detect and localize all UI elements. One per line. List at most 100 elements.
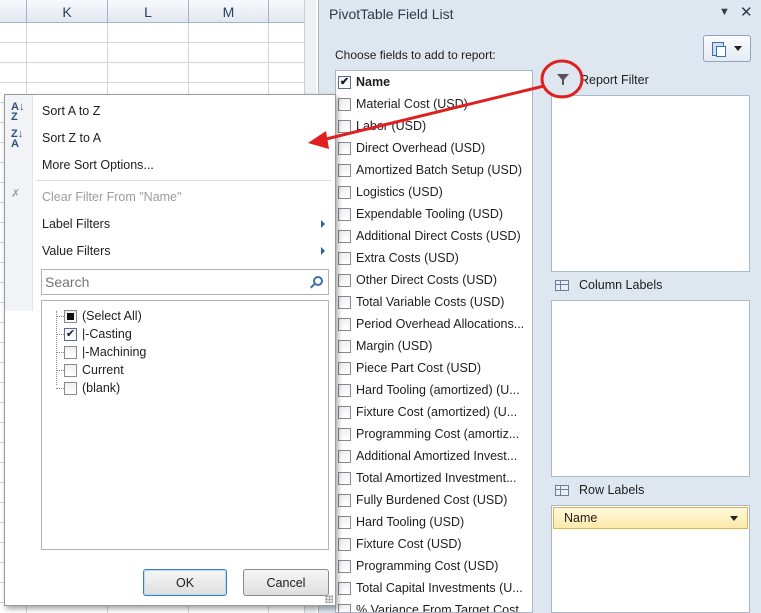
column-labels-label: Column Labels	[555, 278, 662, 292]
column-header-l[interactable]: L	[108, 0, 189, 23]
checkbox[interactable]	[338, 317, 351, 331]
submenu-arrow-icon	[321, 220, 325, 228]
layout-options-button[interactable]	[703, 35, 751, 62]
checkbox[interactable]	[338, 141, 351, 155]
resize-grip[interactable]	[325, 595, 333, 603]
checkbox[interactable]	[338, 559, 351, 573]
column-labels-drop-area[interactable]	[551, 300, 750, 477]
menu-item-label-filters[interactable]: Label Filters	[42, 217, 110, 231]
checkbox[interactable]	[338, 449, 351, 463]
checkbox[interactable]	[338, 471, 351, 485]
field-list-item[interactable]: Material Cost (USD)	[336, 93, 532, 115]
checkbox[interactable]	[338, 537, 351, 551]
field-list-item[interactable]: Margin (USD)	[336, 335, 532, 357]
cancel-button[interactable]: Cancel	[243, 569, 329, 596]
field-list-item[interactable]: Direct Overhead (USD)	[336, 137, 532, 159]
field-list-item[interactable]: Total Capital Investments (U...	[336, 577, 532, 599]
field-list-item[interactable]: Extra Costs (USD)	[336, 247, 532, 269]
checkbox[interactable]	[338, 361, 351, 375]
field-label: Programming Cost (USD)	[356, 559, 499, 573]
row-field-name[interactable]: Name	[553, 507, 748, 529]
field-list-item[interactable]: ✔ Name	[336, 71, 532, 93]
column-labels-text: Column Labels	[579, 278, 663, 292]
field-label: Total Variable Costs (USD)	[356, 295, 505, 309]
search-icon[interactable]	[313, 276, 323, 286]
row-labels-text: Row Labels	[579, 483, 645, 497]
partial-check-mark	[67, 312, 74, 320]
menu-item-more-sort-options[interactable]: More Sort Options...	[42, 158, 154, 172]
column-header-blank[interactable]	[0, 0, 27, 23]
checkbox[interactable]	[338, 185, 351, 199]
checkbox[interactable]	[338, 295, 351, 309]
field-list-item[interactable]: Logistics (USD)	[336, 181, 532, 203]
field-list-item[interactable]: Hard Tooling (USD)	[336, 511, 532, 533]
checkbox[interactable]	[64, 345, 77, 359]
checkbox[interactable]	[338, 383, 351, 397]
field-label: Amortized Batch Setup (USD)	[356, 163, 523, 177]
filter-value-item[interactable]: Current	[64, 361, 124, 379]
report-filter-text: Report Filter	[580, 73, 649, 87]
pane-options-dropdown-icon[interactable]: ▼	[719, 6, 730, 18]
checkbox[interactable]	[338, 251, 351, 265]
checkbox[interactable]	[338, 603, 351, 612]
filter-value-label: |-Casting	[82, 327, 132, 341]
field-list-item[interactable]: Expendable Tooling (USD)	[336, 203, 532, 225]
checkbox[interactable]	[338, 119, 351, 133]
ok-button[interactable]: OK	[143, 569, 227, 596]
filter-value-item[interactable]: (Select All)	[64, 307, 142, 325]
checkbox[interactable]	[338, 405, 351, 419]
search-input[interactable]	[42, 270, 302, 294]
field-layout-icon	[712, 41, 726, 57]
checkbox[interactable]	[338, 581, 351, 595]
filter-value-item[interactable]: ✔ |-Casting	[64, 325, 132, 343]
pivottable-field-list-pane: PivotTable Field List ▼ ✕ Choose fields …	[318, 0, 761, 613]
menu-item-sort-a-to-z[interactable]: Sort A to Z	[42, 104, 100, 118]
field-list-item[interactable]: Fully Burdened Cost (USD)	[336, 489, 532, 511]
checkbox[interactable]	[338, 229, 351, 243]
field-list-item[interactable]: Piece Part Cost (USD)	[336, 357, 532, 379]
field-list-item[interactable]: % Variance From Target Cost	[336, 599, 532, 613]
field-list-item[interactable]: Amortized Batch Setup (USD)	[336, 159, 532, 181]
search-box[interactable]	[41, 269, 329, 295]
column-header-k[interactable]: K	[27, 0, 108, 23]
field-label: Total Amortized Investment...	[356, 471, 517, 485]
field-list-item[interactable]: Additional Direct Costs (USD)	[336, 225, 532, 247]
checkbox[interactable]	[338, 339, 351, 353]
filter-value-item[interactable]: |-Machining	[64, 343, 146, 361]
menu-item-value-filters[interactable]: Value Filters	[42, 244, 111, 258]
column-header-m[interactable]: M	[189, 0, 269, 23]
checkbox[interactable]	[338, 427, 351, 441]
field-label: Extra Costs (USD)	[356, 251, 459, 265]
pane-title: PivotTable Field List	[329, 6, 454, 22]
field-label: Hard Tooling (USD)	[356, 515, 465, 529]
report-filter-drop-area[interactable]	[551, 95, 750, 272]
checkbox[interactable]	[338, 515, 351, 529]
checkbox[interactable]	[338, 97, 351, 111]
field-list-item[interactable]: Labor (USD)	[336, 115, 532, 137]
field-list-item[interactable]: Hard Tooling (amortized) (U...	[336, 379, 532, 401]
chevron-down-icon[interactable]	[730, 516, 738, 521]
field-list-item[interactable]: Fixture Cost (amortized) (U...	[336, 401, 532, 423]
field-list-item[interactable]: Additional Amortized Invest...	[336, 445, 532, 467]
field-list-item[interactable]: Period Overhead Allocations...	[336, 313, 532, 335]
checkbox[interactable]	[338, 273, 351, 287]
field-list-item[interactable]: Programming Cost (amortiz...	[336, 423, 532, 445]
checkbox-checked[interactable]: ✔	[64, 327, 77, 341]
field-list-item[interactable]: Total Amortized Investment...	[336, 467, 532, 489]
checkbox[interactable]	[338, 207, 351, 221]
checkbox-partial[interactable]	[64, 309, 77, 323]
field-list-item[interactable]: Other Direct Costs (USD)	[336, 269, 532, 291]
menu-item-sort-z-to-a[interactable]: Sort Z to A	[42, 131, 101, 145]
checkbox[interactable]	[338, 163, 351, 177]
field-label: % Variance From Target Cost	[356, 603, 519, 613]
checkbox[interactable]	[64, 363, 77, 377]
tree-connector	[56, 352, 64, 353]
field-list-item[interactable]: Total Variable Costs (USD)	[336, 291, 532, 313]
checkbox[interactable]	[64, 381, 77, 395]
checkbox-checked[interactable]: ✔	[338, 75, 351, 89]
field-list-item[interactable]: Fixture Cost (USD)	[336, 533, 532, 555]
close-icon[interactable]: ✕	[740, 3, 753, 21]
checkbox[interactable]	[338, 493, 351, 507]
field-list-item[interactable]: Programming Cost (USD)	[336, 555, 532, 577]
filter-value-item[interactable]: (blank)	[64, 379, 120, 397]
